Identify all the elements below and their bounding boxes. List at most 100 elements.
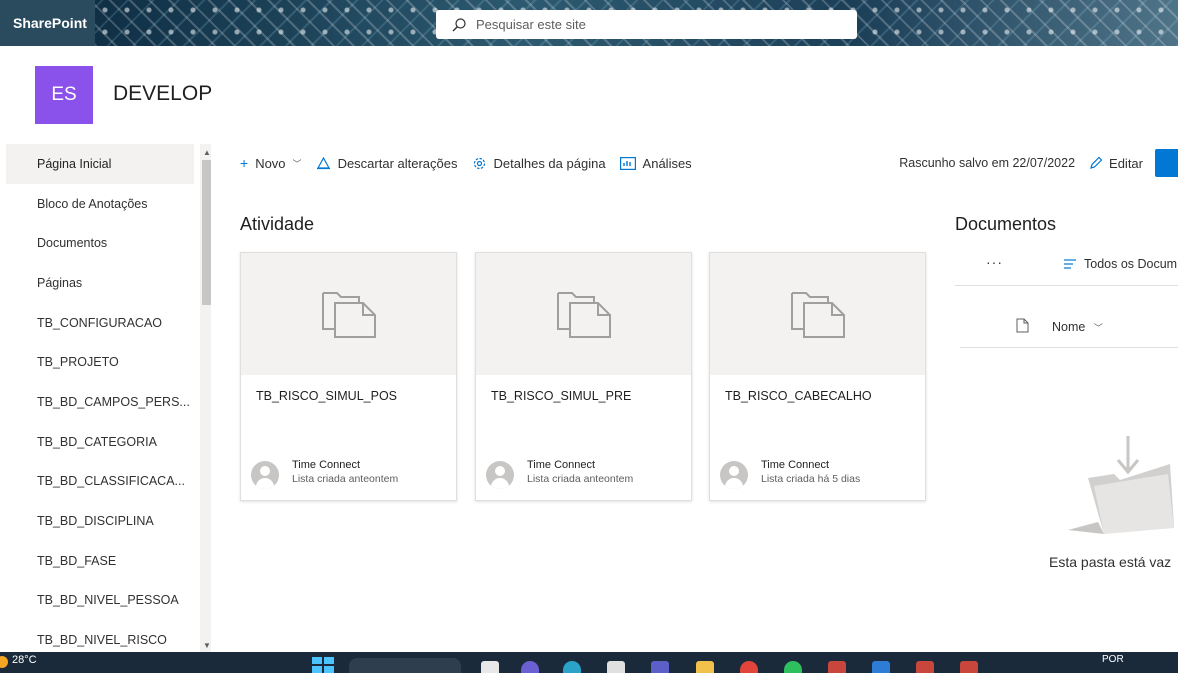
- nav-item[interactable]: TB_BD_NIVEL_RISCO: [6, 620, 194, 652]
- activity-card[interactable]: TB_RISCO_CABECALHO Time Connect Lista cria…: [709, 252, 926, 501]
- edit-label: Editar: [1109, 155, 1143, 171]
- sharepoint-brand-link[interactable]: SharePoint: [0, 0, 95, 46]
- list-folder-icon: [790, 292, 845, 338]
- card-thumbnail: [241, 253, 456, 375]
- publish-button[interactable]: [1155, 149, 1178, 177]
- notepad-icon[interactable]: [607, 661, 625, 673]
- file-type-icon: [1016, 318, 1029, 333]
- discard-changes-button[interactable]: Descartar alterações: [316, 156, 458, 171]
- teams-chat-icon[interactable]: [521, 661, 539, 673]
- nav-item[interactable]: TB_CONFIGURACAO: [6, 303, 194, 343]
- windows-start-icon[interactable]: [312, 657, 334, 673]
- nav-list: Página Inicial Bloco de Anotações Document…: [6, 144, 211, 652]
- discard-icon: [316, 156, 330, 170]
- teams-icon[interactable]: [651, 661, 669, 673]
- avatar: [251, 461, 279, 489]
- search-icon: [452, 17, 466, 31]
- name-column-label: Nome: [1052, 320, 1086, 334]
- card-subtitle: Lista criada anteontem: [292, 473, 399, 485]
- documents-title: Documentos: [955, 214, 1057, 234]
- card-thumbnail: [476, 253, 691, 375]
- chrome-icon[interactable]: [740, 661, 758, 673]
- new-label: Novo: [255, 155, 286, 171]
- pencil-icon: [1090, 156, 1103, 169]
- activity-card[interactable]: TB_RISCO_SIMUL_PRE Time Connect Lista cria…: [475, 252, 692, 501]
- analytics-button[interactable]: Análises: [619, 155, 692, 171]
- search-input[interactable]: Pesquisar este site: [476, 17, 586, 32]
- discard-label: Descartar alterações: [337, 155, 458, 171]
- name-column-header[interactable]: Nome ﹀: [1052, 320, 1103, 334]
- vscode-icon[interactable]: [872, 661, 890, 673]
- card-title[interactable]: TB_RISCO_SIMUL_POS: [256, 389, 397, 403]
- weather-temperature[interactable]: 28°C: [12, 654, 37, 666]
- nav-item[interactable]: TB_BD_FASE: [6, 541, 194, 581]
- nav-item[interactable]: TB_BD_CLASSIFICACA...: [6, 462, 194, 502]
- windows-taskbar: 28°C POR: [0, 652, 1178, 673]
- nav-item[interactable]: TB_BD_CAMPOS_PERS...: [6, 382, 194, 422]
- nav-scrollbar-thumb[interactable]: [202, 160, 211, 305]
- nav-item[interactable]: TB_PROJETO: [6, 342, 194, 382]
- avatar: [720, 461, 748, 489]
- empty-folder-illustration: [1068, 436, 1174, 534]
- edge-browser-icon[interactable]: [563, 661, 581, 673]
- divider: [960, 347, 1178, 348]
- list-folder-icon: [321, 292, 376, 338]
- scroll-up-arrow-icon[interactable]: ▲: [203, 148, 211, 157]
- nav-item[interactable]: TB_BD_NIVEL_PESSOA: [6, 581, 194, 621]
- card-subtitle: Lista criada há 5 dias: [761, 473, 861, 485]
- gear-icon: [473, 157, 485, 169]
- analytics-icon: [619, 156, 636, 170]
- activity-title: Atividade: [240, 214, 315, 234]
- folder-icon[interactable]: [696, 661, 714, 673]
- draft-status: Rascunho salvo em 22/07/2022: [899, 156, 1076, 170]
- chevron-down-icon: ﹀: [292, 158, 302, 169]
- nav-item[interactable]: Bloco de Anotações: [6, 184, 194, 224]
- nav-item[interactable]: TB_BD_CATEGORIA: [6, 422, 194, 462]
- view-selector[interactable]: Todos os Docum: [1063, 257, 1177, 271]
- avatar: [486, 461, 514, 489]
- new-button[interactable]: + Novo ﹀: [240, 155, 302, 171]
- nav-item[interactable]: TB_BD_DISCIPLINA: [6, 501, 194, 541]
- card-author: Time Connect: [527, 459, 596, 471]
- language-indicator[interactable]: POR: [1102, 654, 1124, 665]
- site-header: ES DEVELOP: [0, 46, 1178, 142]
- scroll-down-arrow-icon[interactable]: ▼: [203, 641, 211, 650]
- app-icon[interactable]: [916, 661, 934, 673]
- card-subtitle: Lista criada anteontem: [527, 473, 634, 485]
- command-bar-right: Rascunho salvo em 22/07/2022 Editar: [899, 148, 1178, 178]
- page-details-button[interactable]: Detalhes da página: [472, 156, 606, 171]
- nav-scrollbar[interactable]: ▲ ▼: [200, 144, 211, 652]
- site-logo[interactable]: ES: [35, 66, 93, 124]
- analytics-label: Análises: [642, 155, 692, 171]
- whatsapp-icon[interactable]: [784, 661, 802, 673]
- suite-bar: SharePoint Pesquisar este site: [0, 0, 1178, 46]
- left-navigation: Página Inicial Bloco de Anotações Document…: [6, 144, 211, 652]
- edit-button[interactable]: Editar: [1089, 156, 1143, 171]
- search-box[interactable]: Pesquisar este site: [436, 10, 857, 39]
- page-details-label: Detalhes da página: [493, 155, 606, 171]
- list-folder-icon: [556, 292, 611, 338]
- activity-card[interactable]: TB_RISCO_SIMUL_POS Time Connect Lista cria…: [240, 252, 457, 501]
- card-thumbnail: [710, 253, 925, 375]
- card-author: Time Connect: [761, 459, 830, 471]
- app-icon[interactable]: [828, 661, 846, 673]
- list-view-icon: [1064, 259, 1076, 269]
- nav-item[interactable]: Página Inicial: [6, 144, 194, 184]
- chevron-down-icon: ﹀: [1093, 323, 1103, 333]
- divider: [955, 285, 1178, 286]
- view-label: Todos os Docum: [1084, 257, 1178, 271]
- empty-folder-message: Esta pasta está vaz: [1049, 554, 1172, 570]
- plus-icon: +: [240, 155, 249, 171]
- card-title[interactable]: TB_RISCO_CABECALHO: [725, 389, 872, 403]
- weather-icon[interactable]: [0, 656, 8, 668]
- site-title[interactable]: DEVELOP: [113, 82, 212, 106]
- nav-item[interactable]: Páginas: [6, 263, 194, 303]
- command-bar: + Novo ﹀ Descartar alterações Detalhes d…: [240, 148, 1178, 178]
- more-options-button[interactable]: ···: [986, 254, 1003, 270]
- nav-item[interactable]: Documentos: [6, 223, 194, 263]
- card-author: Time Connect: [292, 459, 361, 471]
- file-explorer-icon[interactable]: [481, 661, 499, 673]
- app-icon[interactable]: [960, 661, 978, 673]
- card-title[interactable]: TB_RISCO_SIMUL_PRE: [491, 389, 631, 403]
- taskbar-search-button[interactable]: [349, 658, 461, 673]
